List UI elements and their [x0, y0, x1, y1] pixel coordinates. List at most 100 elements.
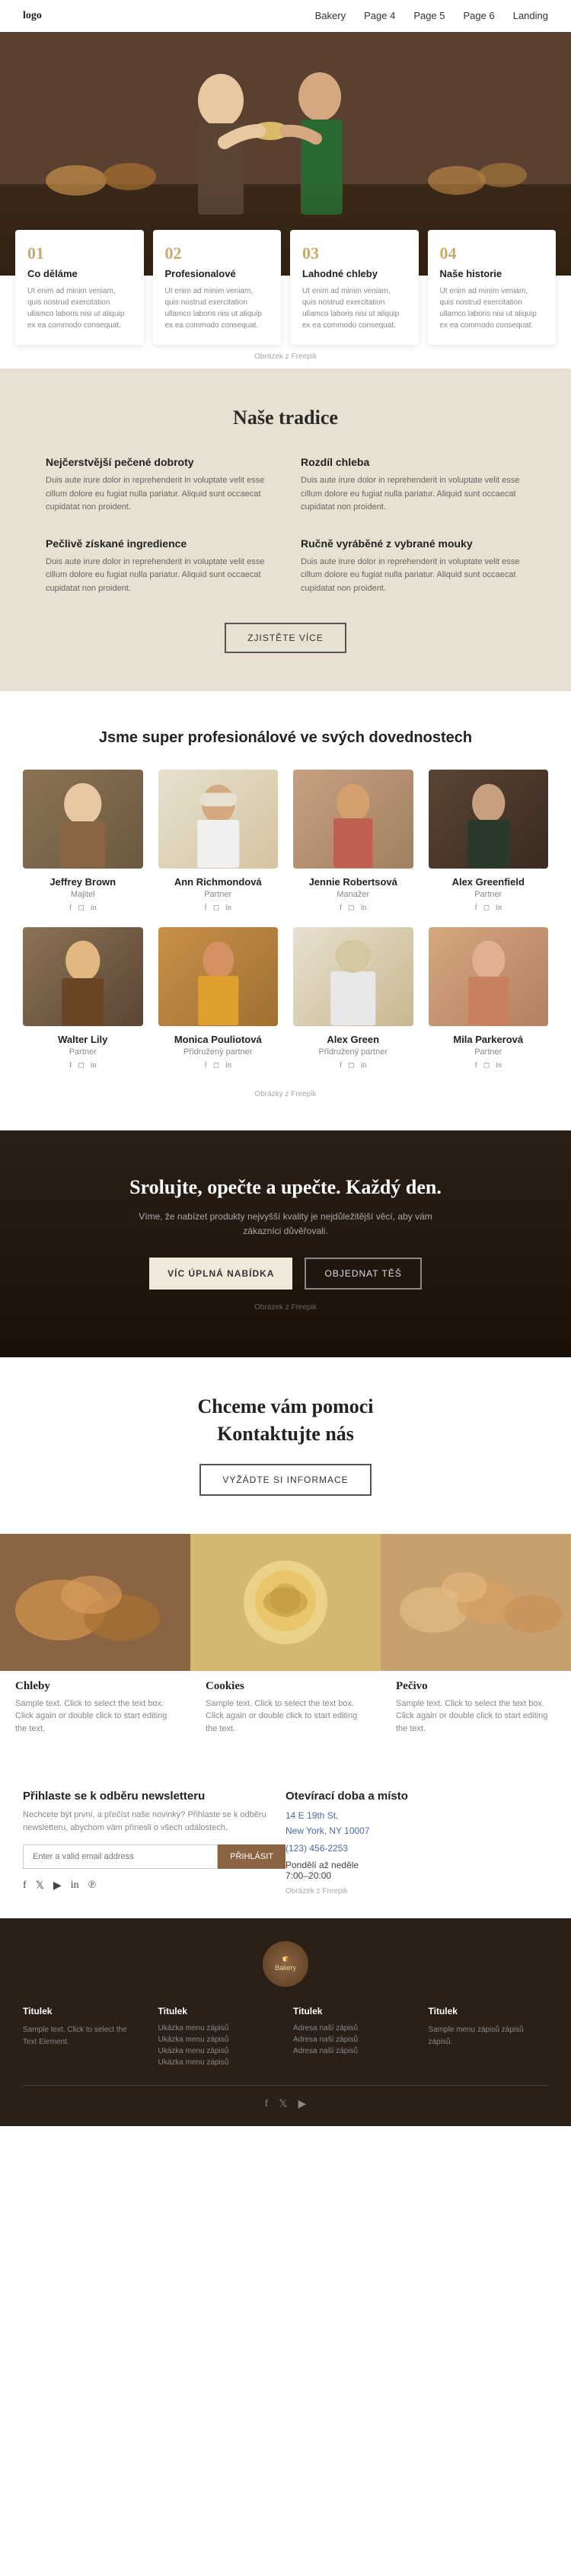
footer-col-3-item-3[interactable]: Adresa naší zápisů	[293, 2047, 413, 2055]
team-instagram-icon-walter[interactable]: ◻	[78, 1061, 84, 1070]
contact-subtitle: Kontaktujte nás	[46, 1423, 525, 1446]
footer-youtube-icon[interactable]: ▶	[298, 2098, 307, 2111]
team-facebook-icon-monica[interactable]: f	[205, 1061, 207, 1070]
footer-logo-text: 🍞 Bakery	[275, 1956, 296, 1972]
card-3-text: Ut enim ad minim veniam, quis nostrud ex…	[302, 285, 407, 331]
team-instagram-icon-monica[interactable]: ◻	[213, 1061, 219, 1070]
team-photo-bg-alex-g	[429, 770, 549, 869]
team-member-mila: Mila Parkerová Partner f ◻ in	[429, 927, 549, 1070]
team-member-alex-green: Alex Green Přidružený partner f ◻ in	[293, 927, 413, 1070]
team-linkedin-icon-ann[interactable]: in	[225, 904, 231, 912]
social-youtube-icon[interactable]: ▶	[53, 1879, 62, 1892]
hours-address-line1: 14 E 19th St,	[286, 1809, 548, 1823]
team-facebook-icon-mila[interactable]: f	[475, 1061, 477, 1070]
newsletter-title: Přihlaste se k odběru newsletteru	[23, 1790, 286, 1803]
hours-image-credit: Obrázek z Freepik	[286, 1887, 548, 1895]
footer-col-2-item-1[interactable]: Ukázka menu zápisů	[158, 2024, 279, 2032]
team-instagram-icon-ann[interactable]: ◻	[213, 904, 219, 912]
team-linkedin-icon-alex-green[interactable]: in	[361, 1061, 367, 1070]
social-pinterest-icon[interactable]: ℗	[88, 1879, 97, 1892]
team-linkedin-icon-jennie[interactable]: in	[361, 904, 367, 912]
team-linkedin-icon-alex-g[interactable]: in	[496, 904, 502, 912]
footer-col-2-title: Titulek	[158, 2006, 279, 2016]
team-facebook-icon[interactable]: f	[69, 904, 72, 912]
nav-link-page6[interactable]: Page 6	[464, 10, 495, 21]
team-instagram-icon[interactable]: ◻	[78, 904, 84, 912]
team-photo-alex-g	[429, 770, 549, 869]
team-linkedin-icon-mila[interactable]: in	[496, 1061, 502, 1070]
footer-col-2-item-2[interactable]: Ukázka menu zápisů	[158, 2036, 279, 2044]
team-name-walter: Walter Lily	[23, 1034, 143, 1045]
team-photo-walter	[23, 927, 143, 1026]
navigation: logo Bakery Page 4 Page 5 Page 6 Landing	[0, 0, 571, 32]
card-2-title: Profesionalové	[165, 268, 270, 279]
footer-col-3-item-2[interactable]: Adresa naší zápisů	[293, 2036, 413, 2044]
contact-title: Chceme vám pomoci	[46, 1395, 525, 1418]
card-4-text: Ut enim ad minim veniam, quis nostrud ex…	[440, 285, 544, 331]
team-role-ann: Partner	[158, 890, 279, 899]
hours-days: Pondělí až neděle	[286, 1860, 359, 1870]
footer-col-4-title: Titulek	[429, 2006, 549, 2016]
team-instagram-icon-mila[interactable]: ◻	[483, 1061, 490, 1070]
cta-primary-button[interactable]: VÍC ÚPLNÁ NABÍDKA	[149, 1258, 292, 1290]
footer-col-2-item-3[interactable]: Ukázka menu zápisů	[158, 2047, 279, 2055]
nav-link-page4[interactable]: Page 4	[364, 10, 395, 21]
nav-links: Bakery Page 4 Page 5 Page 6 Landing	[315, 9, 548, 23]
team-name-monica: Monica Pouliotová	[158, 1034, 279, 1045]
team-photo-monica	[158, 927, 279, 1026]
social-facebook-icon[interactable]: f	[23, 1879, 27, 1892]
newsletter-text: Nechcete být první, a přečíst naše novin…	[23, 1809, 286, 1834]
tradice-item-4-text: Duis aute irure dolor in reprehenderit i…	[301, 556, 525, 596]
tradice-item-3-text: Duis aute irure dolor in reprehenderit i…	[46, 556, 270, 596]
tradice-item-1-text: Duis aute irure dolor in reprehenderit i…	[46, 474, 270, 515]
nav-link-page5[interactable]: Page 5	[413, 10, 445, 21]
team-instagram-icon-alex-g[interactable]: ◻	[483, 904, 490, 912]
team-facebook-icon-alex-green[interactable]: f	[340, 1061, 342, 1070]
card-4: 04 Naše historie Ut enim ad minim veniam…	[428, 230, 557, 345]
footer-col-3-item-1[interactable]: Adresa naší zápisů	[293, 2024, 413, 2032]
newsletter-section: Přihlaste se k odběru newsletteru Nechce…	[23, 1790, 286, 1895]
team-instagram-icon-alex-green[interactable]: ◻	[348, 1061, 354, 1070]
social-twitter-icon[interactable]: 𝕏	[36, 1879, 44, 1892]
team-linkedin-icon[interactable]: in	[91, 904, 97, 912]
footer-col-4: Titulek Sample menu zápisů zápisů zápisů…	[429, 2006, 549, 2070]
team-member-ann: Ann Richmondová Partner f ◻ in	[158, 770, 279, 912]
cta-image-credit: Obrázek z Freepik	[23, 1303, 548, 1312]
team-facebook-icon-ann[interactable]: f	[205, 904, 207, 912]
footer-twitter-icon[interactable]: 𝕏	[279, 2098, 287, 2111]
hours-section: Otevírací doba a místo 14 E 19th St, New…	[286, 1790, 548, 1895]
contact-section: Chceme vám pomoci Kontaktujte nás VYŽÁDT…	[0, 1357, 571, 1534]
tradice-item-4-title: Ručně vyráběné z vybrané mouky	[301, 537, 525, 550]
footer-facebook-icon[interactable]: f	[265, 2098, 269, 2111]
hours-address-line2: New York, NY 10007	[286, 1824, 548, 1838]
contact-button[interactable]: VYŽÁDTE SI INFORMACE	[199, 1464, 371, 1496]
nav-link-bakery[interactable]: Bakery	[315, 10, 346, 21]
team-photo-ann	[158, 770, 279, 869]
team-facebook-icon-jennie[interactable]: f	[340, 904, 342, 912]
tradice-button[interactable]: ZJISTĚTE VÍCE	[225, 623, 346, 653]
team-icons-jennie: f ◻ in	[293, 904, 413, 912]
newsletter-submit-button[interactable]: PŘIHLÁSIT	[218, 1844, 286, 1869]
nav-link-landing[interactable]: Landing	[513, 10, 548, 21]
team-linkedin-icon-monica[interactable]: in	[225, 1061, 231, 1070]
footer-col-2-item-4[interactable]: Ukázka menu zápisů	[158, 2058, 279, 2067]
cta-text: Víme, že nabízet produkty nejvyšší kvali…	[133, 1210, 438, 1239]
team-member-alex-g: Alex Greenfield Partner f ◻ in	[429, 770, 549, 912]
logo: logo	[23, 10, 42, 22]
card-2-number: 02	[165, 244, 270, 263]
team-icons-ann: f ◻ in	[158, 904, 279, 912]
team-facebook-icon-walter[interactable]: f	[69, 1061, 72, 1070]
team-icons-walter: f ◻ in	[23, 1061, 143, 1070]
social-instagram-icon[interactable]: in	[71, 1879, 79, 1892]
card-2-text: Ut enim ad minim veniam, quis nostrud ex…	[165, 285, 270, 331]
team-linkedin-icon-walter[interactable]: in	[91, 1061, 97, 1070]
newsletter-email-input[interactable]	[23, 1844, 218, 1869]
team-facebook-icon-alex-g[interactable]: f	[475, 904, 477, 912]
cta-secondary-button[interactable]: OBJEDNAT TĚŠ	[305, 1258, 421, 1290]
team-name-jeffrey: Jeffrey Brown	[23, 876, 143, 888]
product-photo-cookies	[190, 1534, 381, 1671]
team-role-jennie: Manažer	[293, 890, 413, 899]
team-photo-bg-mila	[429, 927, 549, 1026]
team-name-mila: Mila Parkerová	[429, 1034, 549, 1045]
team-instagram-icon-jennie[interactable]: ◻	[348, 904, 354, 912]
